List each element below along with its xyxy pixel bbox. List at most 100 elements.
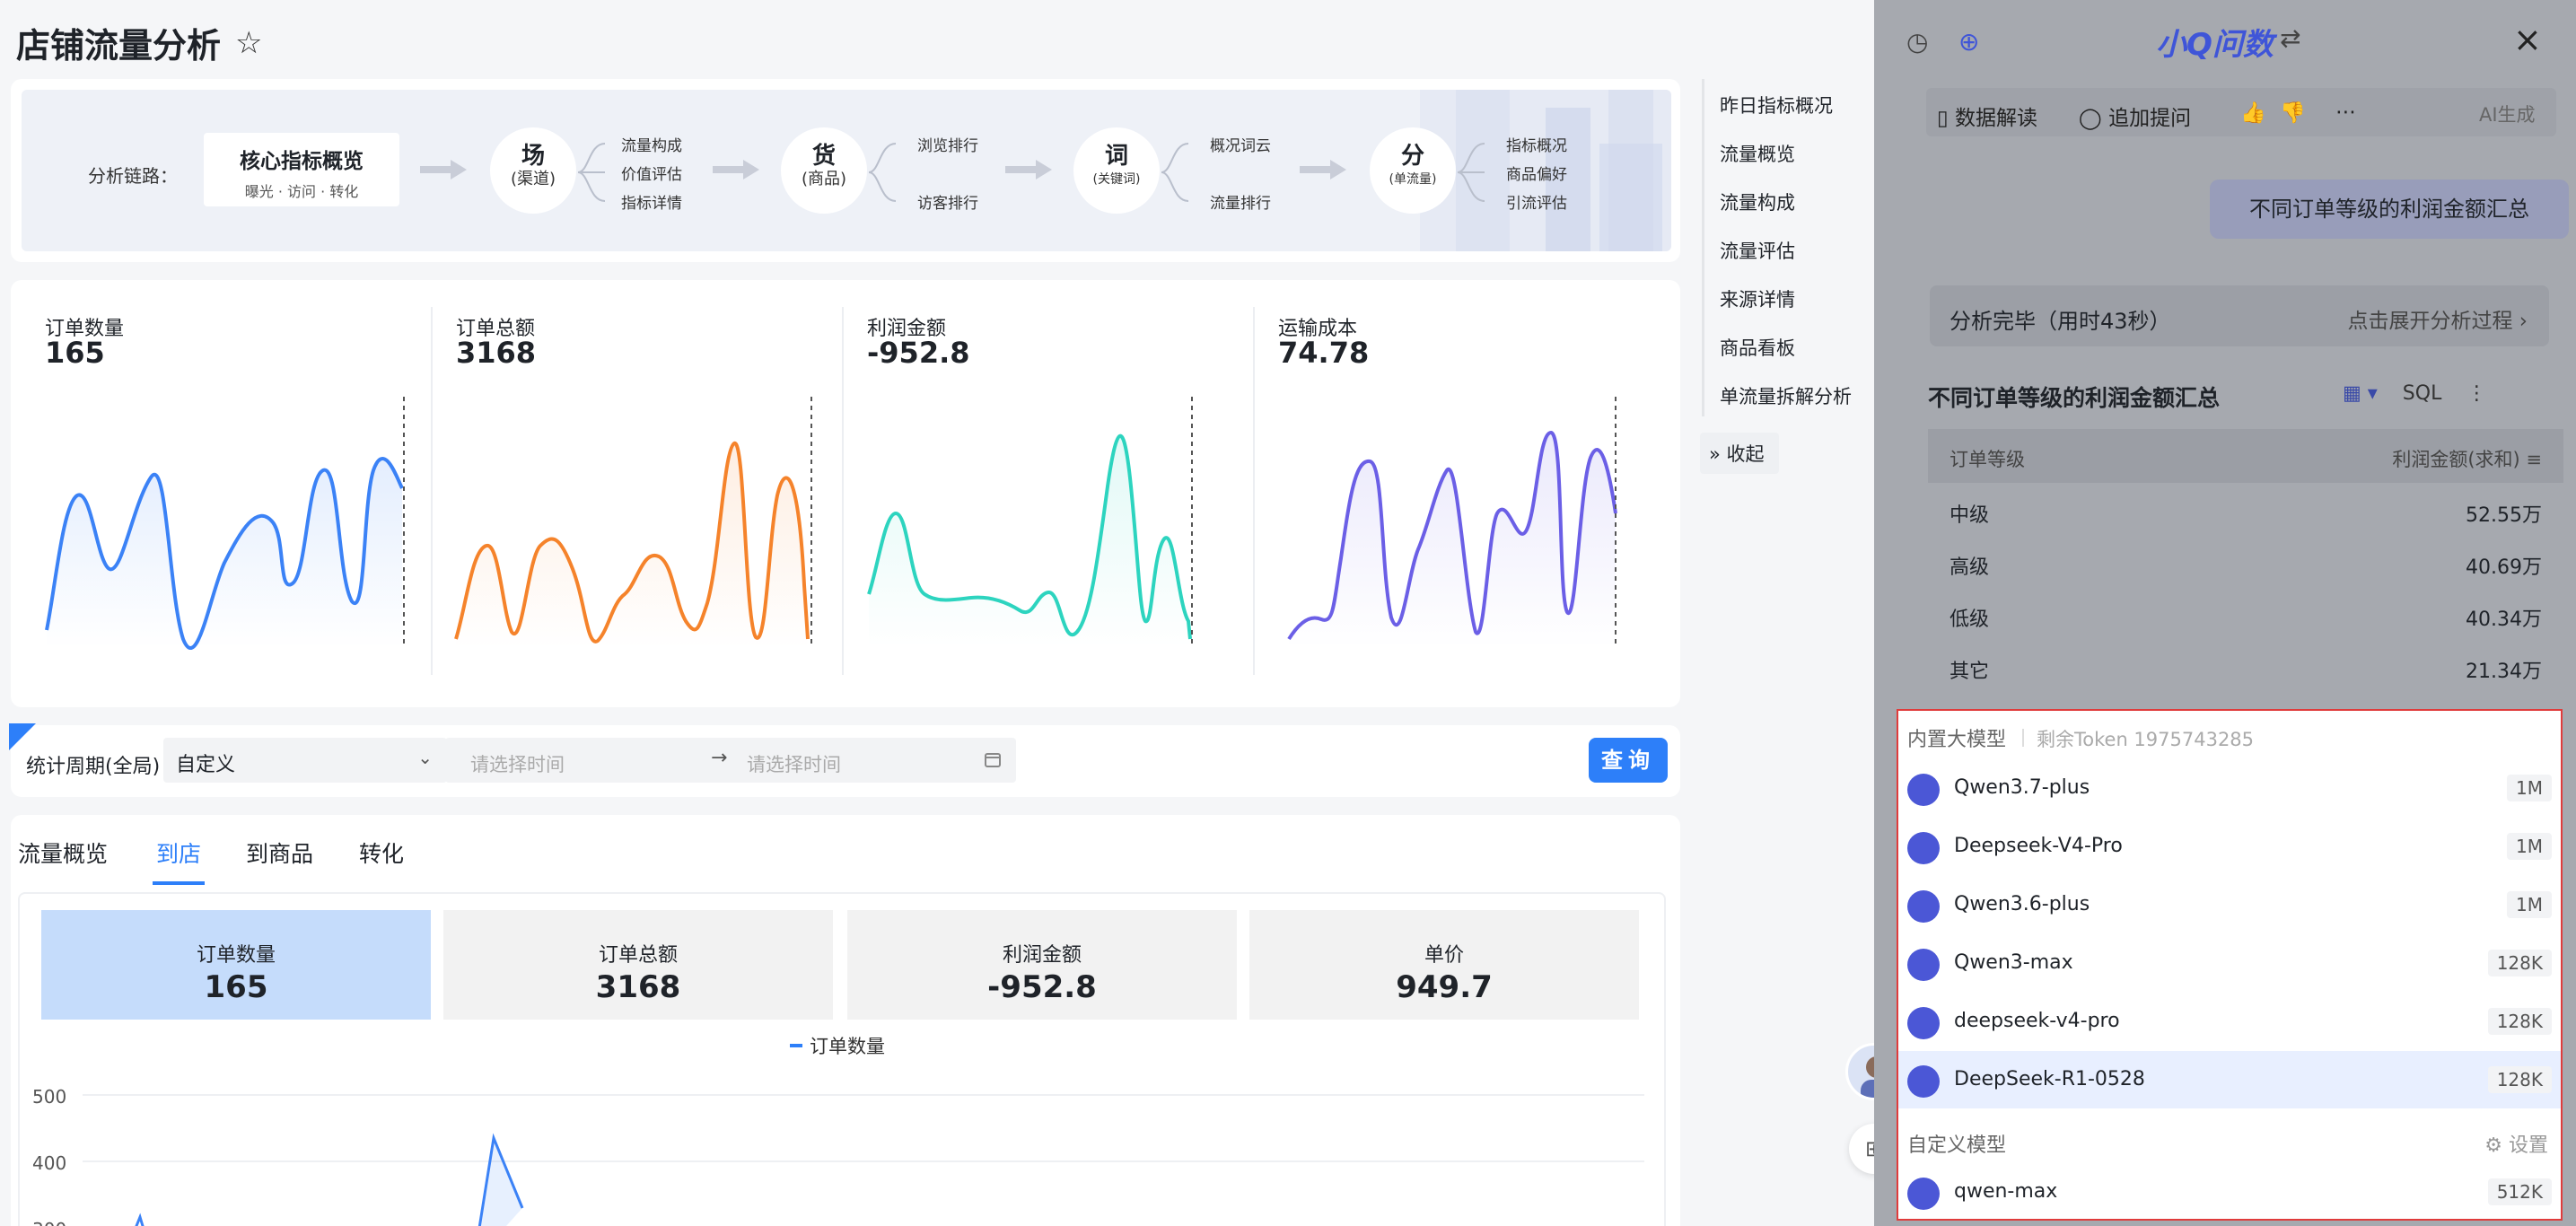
model-name: qwen-max <box>1954 1180 2058 1203</box>
branch-label[interactable]: 引流评估 <box>1506 190 1567 213</box>
node-channel[interactable]: 场 (渠道) <box>490 127 576 214</box>
nav-item[interactable]: 流量概览 <box>1720 140 1795 167</box>
date-range-picker[interactable]: 请选择时间 → 请选择时间 <box>445 738 1016 783</box>
sql-icon[interactable]: SQL <box>2403 382 2442 405</box>
model-name: Qwen3.7-plus <box>1954 776 2090 799</box>
nav-item[interactable]: 商品看板 <box>1720 334 1795 361</box>
swap-icon[interactable]: ⇄ <box>2280 23 2300 53</box>
thumbs-up-icon[interactable]: 👍 <box>2240 101 2266 125</box>
kpi-card[interactable]: 订单数量 165 <box>41 910 431 1020</box>
branch-label[interactable]: 浏览排行 <box>917 133 978 155</box>
nav-item[interactable]: 单流量拆解分析 <box>1720 382 1852 409</box>
end-date-input[interactable]: 请选择时间 <box>747 750 841 777</box>
kpi-chart-area: 订单数量 165 订单总额 3168 利润金额 -952.8 单价 949.7 … <box>18 892 1666 1226</box>
history-icon[interactable]: ◷ <box>1906 27 1928 57</box>
model-option[interactable]: Qwen3.6-plus 1M <box>1898 876 2561 933</box>
node-product[interactable]: 货 (商品) <box>781 127 867 214</box>
chart-type-icon[interactable]: ▦ ▾ SQL ⋮ <box>2343 382 2486 405</box>
model-option[interactable]: Qwen3.7-plus 1M <box>1898 759 2561 817</box>
model-name: Deepseek-V4-Pro <box>1954 835 2123 857</box>
branch-label[interactable]: 指标概况 <box>1506 133 1567 155</box>
context-badge: 128K <box>2487 950 2552 976</box>
sparkline-order-total <box>454 397 812 648</box>
thumbs-down-icon[interactable]: 👎 <box>2280 101 2306 125</box>
branch-label[interactable]: 概况词云 <box>1210 133 1271 155</box>
tab-to-store[interactable]: 到店 <box>156 836 201 869</box>
metric-card[interactable]: 运输成本 74.78 <box>1244 280 1680 707</box>
kpi-card[interactable]: 单价 949.7 <box>1249 910 1639 1020</box>
settings-button[interactable]: ⚙ 设置 <box>2484 1129 2548 1158</box>
collapse-button[interactable]: » 收起 <box>1700 433 1779 474</box>
more-vertical-icon[interactable]: ⋮ <box>2466 382 2486 405</box>
nav-item[interactable]: 来源详情 <box>1720 285 1795 312</box>
metric-card[interactable]: 订单数量 165 <box>11 280 422 707</box>
kpi-card[interactable]: 订单总额 3168 <box>443 910 833 1020</box>
model-option-selected[interactable]: DeepSeek-R1-0528 128K <box>1898 1051 2561 1108</box>
node-sub: (关键词) <box>1092 172 1141 187</box>
tab-conversion[interactable]: 转化 <box>359 836 404 869</box>
branch-label[interactable]: 商品偏好 <box>1506 162 1567 184</box>
period-label: 统计周期(全局) <box>26 756 161 778</box>
cell: 40.69万 <box>2466 556 2542 579</box>
analysis-done-bar[interactable]: 分析完毕（用时43秒） 点击展开分析过程 › <box>1930 285 2549 346</box>
nav-item[interactable]: 昨日指标概况 <box>1720 92 1833 118</box>
kpi-card[interactable]: 利润金额 -952.8 <box>847 910 1237 1020</box>
context-badge: 128K <box>2487 1066 2552 1093</box>
active-tab-underline <box>153 881 205 885</box>
node-sub: (单流量) <box>1389 172 1437 187</box>
tabs-panel: 流量概览 到店 到商品 转化 订单数量 165 订单总额 3168 利润金额 -… <box>11 815 1680 1226</box>
branch-label[interactable]: 流量构成 <box>621 133 682 155</box>
nav-item[interactable]: 流量构成 <box>1720 188 1795 215</box>
sparkline-profit <box>867 397 1193 648</box>
interpret-button[interactable]: ▯ 数据解读 <box>1937 101 2037 131</box>
metric-card[interactable]: 利润金额 -952.8 <box>833 280 1244 707</box>
node-keyword[interactable]: 词 (关键词) <box>1073 127 1160 214</box>
core-metrics-box[interactable]: 核心指标概览 曝光 · 访问 · 转化 <box>204 133 399 206</box>
model-option[interactable]: deepseek-v4-pro 128K <box>1898 993 2561 1050</box>
query-button[interactable]: 查询 <box>1589 738 1668 783</box>
close-icon[interactable]: × <box>2513 20 2542 59</box>
metric-value: 3168 <box>456 336 537 370</box>
branch-label[interactable]: 价值评估 <box>621 162 682 184</box>
nav-item[interactable]: 流量评估 <box>1720 237 1795 264</box>
cell: 其它 <box>1950 661 1990 683</box>
cell: 52.55万 <box>2466 504 2542 527</box>
settings-label: 设置 <box>2508 1134 2548 1157</box>
deepseek-icon <box>1907 1007 1940 1039</box>
tab-to-product[interactable]: 到商品 <box>246 836 313 869</box>
branch-label[interactable]: 指标详情 <box>621 190 682 213</box>
follow-up-button[interactable]: ◯ 追加提问 <box>2079 101 2191 131</box>
collapse-label: 收起 <box>1726 443 1765 465</box>
arrow-right-icon <box>1300 160 1346 180</box>
model-option[interactable]: Deepseek-V4-Pro 1M <box>1898 818 2561 875</box>
range-arrow-icon: → <box>711 747 728 769</box>
context-badge: 1M <box>2507 833 2552 860</box>
qwen-icon <box>1907 774 1940 806</box>
star-icon[interactable]: ☆ <box>235 25 262 61</box>
start-date-input[interactable]: 请选择时间 <box>470 750 565 777</box>
model-name: Qwen3-max <box>1954 951 2073 974</box>
model-option[interactable]: Qwen3-max 128K <box>1898 934 2561 992</box>
more-icon[interactable]: ⋯ <box>2335 101 2356 124</box>
node-title: 词 <box>1104 143 1128 170</box>
branch-label[interactable]: 访客排行 <box>917 190 978 213</box>
node-single-flow[interactable]: 分 (单流量) <box>1370 127 1456 214</box>
model-option[interactable]: qwen-max 512K <box>1898 1163 2561 1219</box>
analysis-chain: 分析链路： 核心指标概览 曝光 · 访问 · 转化 场 (渠道) 流量构成 价值… <box>22 90 1671 251</box>
model-dropdown: 内置大模型 剩余Token 1975743285 Qwen3.7-plus 1M… <box>1897 709 2563 1221</box>
tab-traffic-overview[interactable]: 流量概览 <box>18 836 108 869</box>
metric-card[interactable]: 订单总额 3168 <box>422 280 833 707</box>
header-cell[interactable]: 利润金额(求和) ≡ <box>2392 445 2542 472</box>
model-name: deepseek-v4-pro <box>1954 1010 2120 1032</box>
expand-process-link[interactable]: 点击展开分析过程 › <box>2347 303 2528 334</box>
core-subtitle: 曝光 · 访问 · 转化 <box>244 183 359 200</box>
period-value: 自定义 <box>176 754 236 776</box>
branch-label[interactable]: 流量排行 <box>1210 190 1271 213</box>
period-select[interactable]: 自定义 ⌄ <box>163 738 447 783</box>
kpi-value: 3168 <box>595 969 681 1005</box>
result-table: 订单等级 利润金额(求和) ≡ 中级 52.55万 高级 40.69万 低级 40.3… <box>1928 429 2563 691</box>
context-badge: 1M <box>2507 775 2552 801</box>
new-chat-icon[interactable]: ⊕ <box>1958 27 1979 57</box>
bracket-icon <box>868 143 897 202</box>
chain-label: 分析链路： <box>88 165 178 187</box>
